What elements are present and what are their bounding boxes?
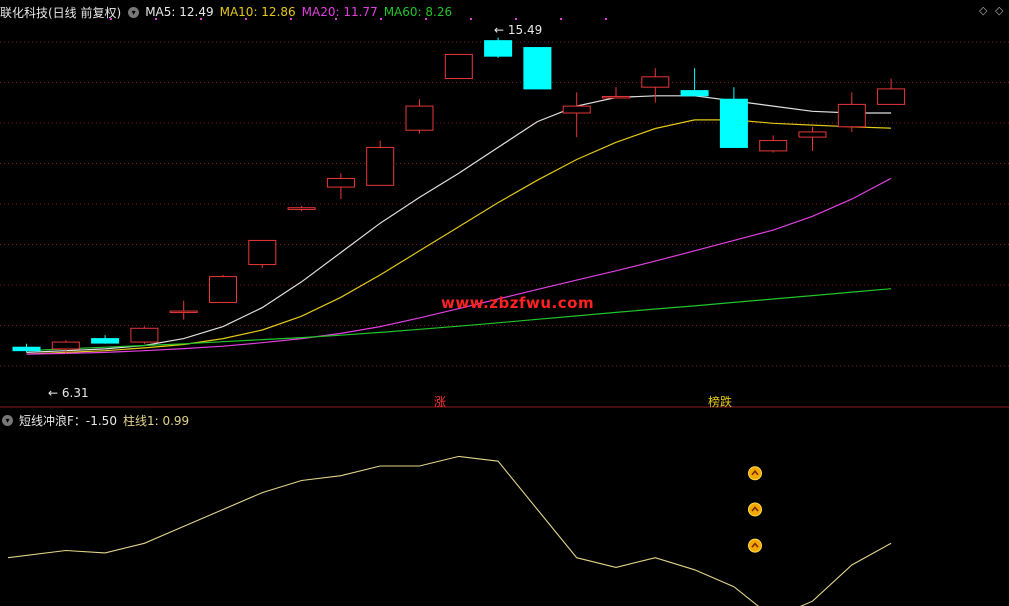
candle-body	[130, 327, 159, 343]
candle-body	[798, 131, 827, 138]
candle-body	[405, 105, 434, 131]
ma20-label: MA20: 11.77	[301, 5, 378, 19]
header-dot	[515, 18, 517, 20]
candle-body	[562, 105, 591, 114]
candle-body	[12, 346, 41, 352]
stock-title: 联化科技(日线 前复权)	[0, 5, 122, 20]
settings-icon[interactable]: ◇	[995, 4, 1003, 17]
ma-line-ma5	[26, 95, 892, 353]
candle-body	[680, 90, 709, 97]
ma5-label: MA5: 12.49	[145, 5, 214, 19]
signal-up-icon	[748, 538, 762, 553]
candle-body	[719, 98, 748, 148]
ma10-label: MA10: 12.86	[219, 5, 296, 19]
indicator-label: 短线冲浪F：-1.50	[19, 413, 117, 428]
candle-body	[51, 341, 80, 350]
candle-body	[877, 88, 906, 105]
candle-body	[91, 338, 120, 344]
header-dot	[560, 18, 562, 20]
header-dot	[605, 18, 607, 20]
ma-line-ma10	[26, 119, 892, 355]
signal-up-icon	[748, 466, 762, 481]
diamond-icon[interactable]: ◇	[979, 4, 987, 17]
indicator-panel-header: ▾ 短线冲浪F：-1.50 柱线1: 0.99	[0, 410, 195, 430]
signal-up-label: 涨	[434, 394, 446, 409]
bar-label: 柱线1: 0.99	[122, 413, 190, 428]
price-panel-header: 联化科技(日线 前复权) ▾ MA5: 12.49 MA10: 12.86 MA…	[0, 2, 458, 22]
low-price-label: ← 6.31	[48, 386, 89, 400]
watermark: www.zbzfwu.com	[441, 294, 595, 312]
indicator-settings-icon[interactable]: ▾	[2, 414, 13, 426]
high-price-label: ← 15.49	[494, 23, 542, 37]
candle-body	[248, 239, 277, 266]
signal-down-label: 榜跌	[708, 394, 732, 409]
candle-body	[641, 76, 670, 88]
candle-body	[209, 276, 237, 303]
ma-line-ma20	[26, 177, 892, 355]
header-dot	[470, 18, 472, 20]
candle-body	[523, 47, 552, 90]
candle-body	[484, 40, 513, 57]
candle-body	[326, 177, 355, 188]
candle-body	[759, 140, 788, 152]
candle-body	[169, 310, 198, 314]
candle-body	[287, 207, 316, 210]
signal-up-icon	[748, 502, 762, 517]
candle-body	[602, 95, 630, 99]
candle-body	[366, 146, 395, 186]
ma-settings-icon[interactable]: ▾	[128, 6, 140, 18]
ma60-label: MA60: 8.26	[383, 5, 453, 19]
stock-chart-window: ← 15.49 ← 6.31 涨 榜跌 联化科技(日线 前复权) ▾ MA5: 12.…	[0, 0, 1009, 606]
candle-body	[444, 53, 473, 80]
candle-body	[837, 103, 866, 128]
